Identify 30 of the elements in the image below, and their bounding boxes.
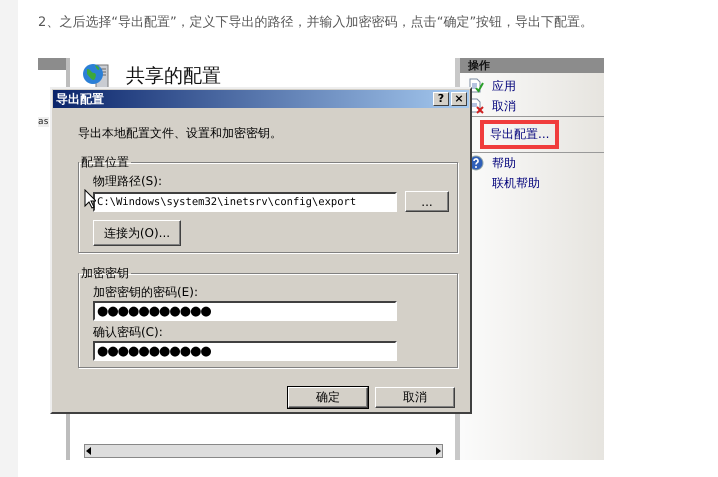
field-label: 物理路径(S): [93,173,164,190]
action-link[interactable]: 应用 [492,78,516,94]
dialog-description: 导出本地配置文件、设置和加密密钥。 [78,125,283,142]
mouse-pointer-icon [84,189,96,209]
group-title: 配置位置 [80,154,130,171]
connect-as-button[interactable]: 连接为(O)... [93,220,181,246]
horizontal-scrollbar[interactable] [84,444,443,458]
dialog-title: 导出配置 [56,90,105,108]
password-field[interactable]: ●●●●●●●●●●● [93,341,397,361]
instruction-text: 2、之后选择“导出配置”，定义下导出的路径，并输入加密密码，点击“确定”按钮，导出下配置。 [38,14,594,31]
pane-header-bar [38,58,66,70]
password-field[interactable]: ●●●●●●●●●●● [93,301,397,321]
action-link[interactable]: 取消 [492,98,516,114]
action-link[interactable]: 联机帮助 [492,174,540,192]
group-title: 加密密钥 [80,265,130,282]
browse-button[interactable]: ... [405,191,449,212]
scroll-right-icon[interactable] [434,447,442,455]
cancel-button[interactable]: 取消 [375,387,455,408]
title-bar-button[interactable]: × [451,92,467,106]
path-field[interactable]: C:\Windows\system32\inetsrv\config\export [93,192,397,212]
field-label: 确认密码(C): [93,324,164,341]
action-link[interactable]: 导出配置... [490,127,550,141]
title-bar-button[interactable]: ? [433,92,449,106]
ok-button[interactable]: 确定 [288,387,368,408]
field-label: 加密密钥的密码(E): [93,284,199,301]
pane-header: 操作 [468,59,490,72]
scroll-left-icon[interactable] [85,447,93,455]
page-title: 共享的配置 [126,64,221,89]
action-link[interactable]: 帮助 [492,154,516,172]
pane-text: as [38,117,49,127]
